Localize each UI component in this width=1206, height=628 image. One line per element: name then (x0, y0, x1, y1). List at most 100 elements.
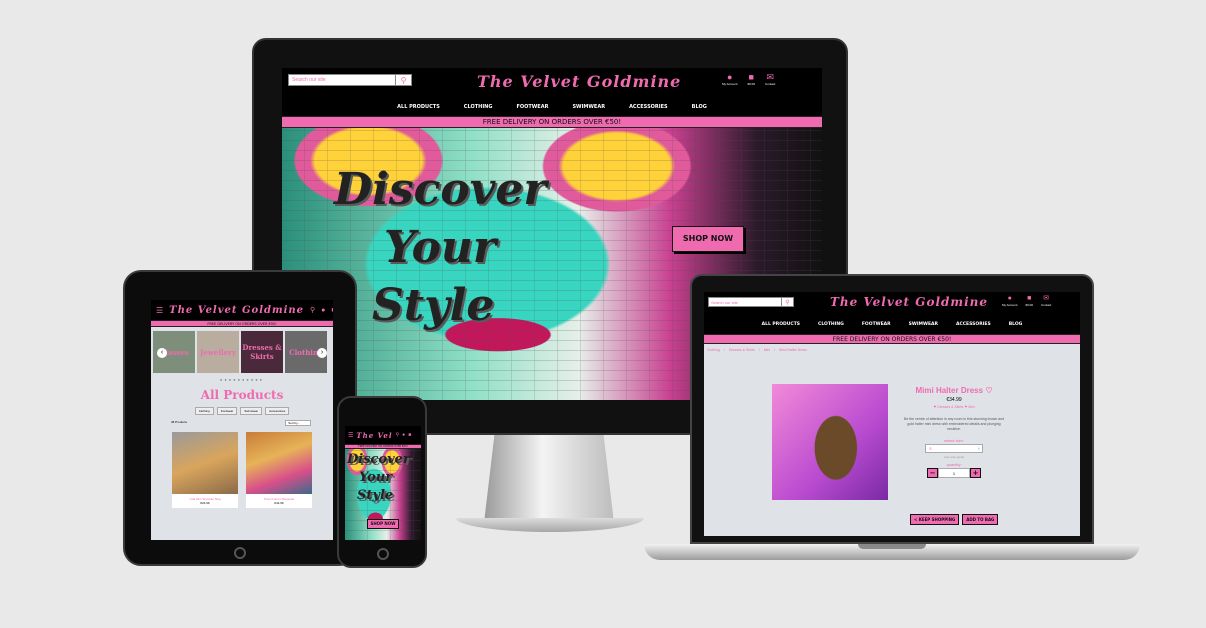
size-label: select size: (944, 438, 964, 443)
contact-link[interactable]: ✉ Contact (1041, 295, 1051, 307)
chevron-down-icon: ˅ (977, 446, 980, 451)
product-description: Be the centre of attention in any room i… (904, 417, 1005, 431)
envelope-icon: ✉ (766, 72, 774, 82)
user-icon[interactable]: ● (402, 432, 405, 438)
product-image (246, 432, 312, 494)
nav-clothing[interactable]: CLOTHING (818, 322, 844, 327)
nav-clothing[interactable]: CLOTHING (464, 104, 493, 110)
product-tag[interactable]: Mini (968, 405, 974, 409)
category-label: Jewellery (200, 347, 236, 357)
filter-clothing[interactable]: Clothing (194, 407, 214, 415)
site-logo[interactable]: The Vel (356, 431, 392, 440)
product-image (172, 432, 238, 494)
user-icon[interactable]: ● (321, 307, 325, 314)
bag-icon[interactable]: ■ (408, 432, 411, 438)
envelope-icon: ✉ (1043, 295, 1050, 302)
product-tag[interactable]: Dresses & Skirts (937, 405, 963, 409)
size-guide-link[interactable]: view size guide (900, 455, 1008, 459)
bag-link[interactable]: ■ €0.00 (1026, 295, 1034, 307)
hamburger-icon[interactable]: ☰ (156, 306, 163, 315)
nav-all-products[interactable]: ALL PRODUCTS (397, 104, 440, 110)
shop-now-button[interactable]: SHOP NOW (367, 519, 399, 529)
nav-footwear[interactable]: FOOTWEAR (862, 322, 891, 327)
bag-total: €0.00 (1025, 303, 1034, 307)
site-logo[interactable]: The Velvet Goldmine (830, 295, 988, 309)
add-to-bag-button[interactable]: ADD TO BAG (962, 514, 999, 525)
search-icon[interactable]: ⚲ (781, 297, 793, 307)
account-link[interactable]: ● My Account (1002, 295, 1018, 307)
heart-icon[interactable]: ♡ (985, 386, 992, 395)
contact-label: Contact (1041, 303, 1052, 307)
result-count: 38 Products (171, 420, 188, 424)
category-card[interactable]: Jewellery (197, 331, 239, 373)
decrease-button[interactable]: − (927, 468, 938, 478)
account-label: My Account (722, 82, 738, 86)
search-input[interactable]: Search our site (709, 300, 781, 305)
delivery-banner: FREE DELIVERY ON ORDERS OVER €50! (151, 320, 333, 327)
search-icon[interactable]: ⚲ (395, 74, 411, 86)
quantity-stepper[interactable]: − 1 + (900, 468, 1008, 478)
keep-shopping-button[interactable]: < KEEP SHOPPING (910, 514, 960, 525)
nav-accessories[interactable]: ACCESSORIES (956, 322, 991, 327)
product-card[interactable]: Oda Mini Shoulder Bag €24.99 (172, 432, 238, 508)
hero-line-1: Discover (347, 452, 410, 467)
search-bar[interactable]: Search our site ⚲ (288, 74, 412, 86)
category-card[interactable]: Dresses & Skirts (241, 331, 283, 373)
bag-icon: ■ (1027, 295, 1032, 302)
product-price: €34.99 (946, 397, 962, 403)
tag-icon: ⚑ (933, 405, 937, 409)
chevron-left-icon[interactable]: ‹ (157, 348, 167, 358)
hamburger-icon[interactable]: ☰ (348, 432, 353, 439)
monitor-stand (484, 435, 614, 523)
tag-icon: ⚑ (964, 405, 968, 409)
product-card[interactable]: Tiras Colours Bagsette €44.99 (246, 432, 312, 508)
quantity-input[interactable]: 1 (938, 468, 970, 478)
bag-total: €0.00 (747, 82, 756, 86)
product-grid: Oda Mini Shoulder Bag €24.99 Tiras Colou… (151, 432, 333, 508)
product-name: Mimi Halter Dress (915, 386, 984, 395)
nav-all-products[interactable]: ALL PRODUCTS (762, 322, 800, 327)
nav-accessories[interactable]: ACCESSORIES (629, 104, 668, 110)
sort-select[interactable]: Sort by... (285, 420, 311, 426)
shop-now-button[interactable]: SHOP NOW (672, 226, 744, 252)
account-link[interactable]: ● My Account (722, 72, 738, 86)
bag-link[interactable]: ■ €0.00 (748, 72, 756, 86)
site-logo[interactable]: The Velvet Goldmine (169, 305, 304, 316)
nav-swimwear[interactable]: SWIMWEAR (909, 322, 938, 327)
hero-line-1: Discover (334, 164, 547, 215)
filter-swimwear[interactable]: Swimwear (240, 407, 263, 415)
increase-button[interactable]: + (970, 468, 981, 478)
search-icon[interactable]: ⚲ (395, 432, 399, 438)
search-bar[interactable]: Search our site ⚲ (708, 297, 794, 307)
laptop: Search our site ⚲ The Velvet Goldmine ● … (690, 274, 1094, 544)
contact-label: Contact (765, 82, 776, 86)
delivery-banner: FREE DELIVERY ON ORDERS OVER €50! (282, 116, 822, 128)
search-icon[interactable]: ⚲ (310, 306, 315, 314)
site-header: Search our site ⚲ The Velvet Goldmine ● … (282, 68, 822, 98)
tablet: ☰ The Velvet Goldmine ⚲ ● ■ FREE DELIVER… (123, 270, 357, 566)
size-select[interactable]: S ˅ (925, 444, 983, 453)
quantity-label: quantity: (946, 462, 962, 467)
laptop-screen: Search our site ⚲ The Velvet Goldmine ● … (704, 292, 1080, 536)
contact-link[interactable]: ✉ Contact (765, 72, 775, 86)
nav-footwear[interactable]: FOOTWEAR (516, 104, 548, 110)
home-button (377, 548, 389, 560)
nav-blog[interactable]: BLOG (692, 104, 707, 110)
nav-swimwear[interactable]: SWIMWEAR (572, 104, 605, 110)
category-label: Dresses & Skirts (242, 343, 282, 361)
search-input[interactable]: Search our site (289, 77, 395, 83)
breadcrumb-item[interactable]: Dresses & Skirts (729, 348, 755, 352)
bag-icon: ■ (748, 72, 754, 82)
site-logo[interactable]: The Velvet Goldmine (477, 72, 681, 91)
filter-footwear[interactable]: Footwear (216, 407, 238, 415)
product-title: Mimi Halter Dress ♡ (900, 386, 1008, 395)
filter-accessories[interactable]: Accessories (265, 407, 290, 415)
chevron-right-icon[interactable]: › (317, 348, 327, 358)
nav-blog[interactable]: BLOG (1009, 322, 1023, 327)
hero-image: Discover Your Style SHOP NOW (345, 449, 421, 540)
breadcrumb-item[interactable]: Mini (764, 348, 770, 352)
breadcrumb-item[interactable]: Clothing (707, 348, 720, 352)
product-tags: ⚑ Dresses & Skirts ⚑ Mini (900, 405, 1008, 409)
carousel-dots[interactable]: ●●●●●●●●●● (151, 377, 333, 382)
bag-icon[interactable]: ■ (331, 307, 333, 314)
